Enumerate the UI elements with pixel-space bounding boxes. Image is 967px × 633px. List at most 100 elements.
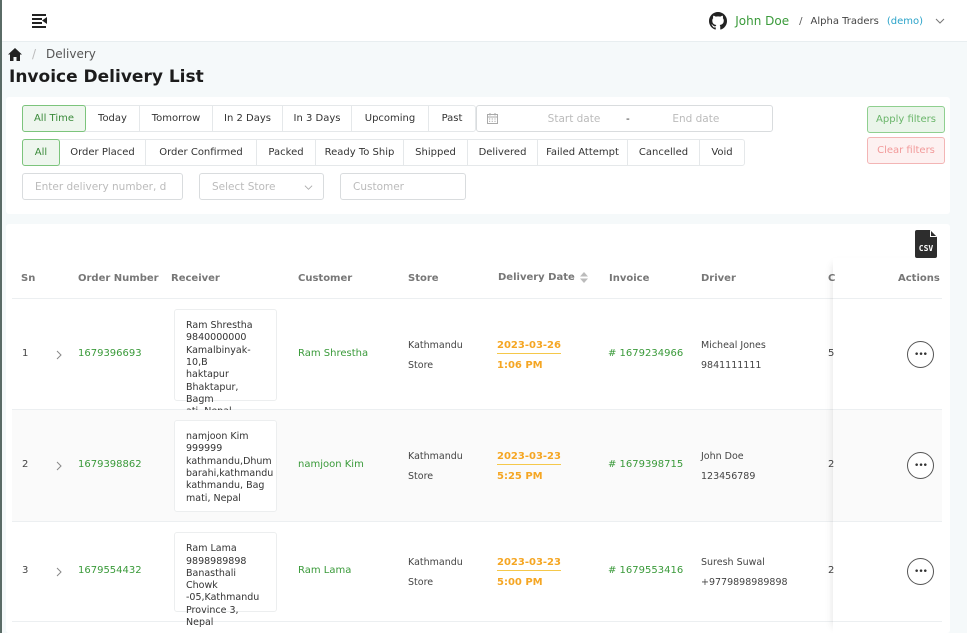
svg-text:CSV: CSV (919, 244, 934, 253)
start-date-input[interactable]: Start date (534, 113, 614, 125)
driver-info: Micheal Jones 9841111111 (701, 336, 766, 376)
delivery-date-link[interactable]: 2023-03-23 (497, 450, 561, 465)
receiver-card: namjoon Kim 999999 kathmandu,Dhum barahi,ka… (174, 420, 277, 512)
demo-badge: (demo) (886, 15, 923, 27)
delivery-date-link[interactable]: 2023-03-23 (497, 556, 561, 571)
column-header-store: Store (408, 273, 439, 284)
menu-collapse-icon[interactable] (32, 13, 48, 28)
order-number-link[interactable]: 1679396693 (78, 348, 142, 359)
time-filter-in-2-days[interactable]: In 2 Days (213, 106, 283, 131)
customer-link[interactable]: Ram Lama (298, 565, 351, 576)
delivery-search-input[interactable]: Enter delivery number, d (22, 173, 183, 200)
delivery-date-link[interactable]: 2023-03-26 (497, 339, 561, 354)
customer-link[interactable]: Ram Shrestha (298, 348, 368, 359)
time-filter-in-3-days[interactable]: In 3 Days (283, 106, 352, 131)
order-number-link[interactable]: 1679398862 (78, 459, 142, 470)
breadcrumb: / Delivery (8, 47, 96, 61)
user-name[interactable]: John Doe (735, 14, 789, 28)
calendar-icon (487, 113, 498, 124)
driver-name: Micheal Jones (701, 340, 766, 351)
column-header-driver: Driver (701, 273, 736, 284)
user-menu[interactable]: John Doe / Alpha Traders (demo) (709, 10, 945, 32)
expand-row-chevron-icon[interactable] (55, 461, 63, 471)
driver-name: John Doe (701, 451, 744, 462)
time-filter-upcoming[interactable]: Upcoming (352, 106, 429, 131)
receiver-line: Kamalbinyak-10,B (186, 344, 251, 368)
apply-filters-button[interactable]: Apply filters (867, 106, 945, 133)
store-name: Kathmandu Store (408, 340, 463, 371)
time-filter-past[interactable]: Past (429, 106, 475, 131)
user-org-separator: / (799, 15, 803, 27)
driver-phone: 123456789 (701, 471, 756, 482)
row-serial-number: 1 (22, 348, 29, 359)
filters-panel: All Time Today Tomorrow In 2 Days In 3 Days U… (6, 97, 950, 214)
order-number-link[interactable]: 1679554432 (78, 565, 142, 576)
column-header-invoice: Invoice (609, 273, 650, 284)
organization-name: Alpha Traders (810, 15, 879, 27)
receiver-line: 9840000000 (186, 332, 247, 344)
receiver-line: Ram Lama (186, 543, 237, 555)
column-header-receiver: Receiver (171, 273, 220, 284)
customer-link[interactable]: namjoon Kim (298, 459, 364, 470)
store-name: Kathmandu Store (408, 451, 463, 482)
github-icon[interactable] (709, 12, 728, 30)
expand-row-chevron-icon[interactable] (55, 350, 63, 360)
clear-filters-button[interactable]: Clear filters (867, 137, 945, 164)
invoice-link[interactable]: # 1679553416 (608, 565, 683, 576)
table-header: Sn Order Number Receiver Customer Store … (12, 263, 942, 299)
row-actions-more-button[interactable]: ••• (907, 558, 934, 585)
driver-info: John Doe 123456789 (701, 447, 755, 487)
receiver-line: haktapur (186, 369, 229, 381)
date-range-separator: - (626, 112, 630, 125)
breadcrumb-separator: / (32, 47, 37, 61)
receiver-line: barahi,kathmandu (186, 467, 274, 479)
column-header-delivery-date[interactable]: Delivery Date (498, 272, 588, 283)
driver-phone: 9841111111 (701, 360, 762, 371)
invoice-link[interactable]: # 1679398715 (608, 459, 683, 470)
date-range-picker[interactable]: Start date - End date (476, 105, 773, 132)
delivery-time: 5:00 PM (497, 577, 543, 588)
status-filter-failed-attempt[interactable]: Failed Attempt (538, 140, 628, 165)
chevron-down-icon (304, 185, 313, 190)
receiver-line: -05,Kathmandu (186, 592, 260, 604)
table-row[interactable]: 3 1679554432 Ram Lama 9898989898 Banasthali … (12, 522, 942, 628)
status-filter-void[interactable]: Void (700, 140, 744, 165)
chevron-down-icon[interactable] (935, 16, 945, 26)
status-filter-delivered[interactable]: Delivered (468, 140, 538, 165)
table-row[interactable]: 2 1679398862 namjoon Kim 999999 kathmandu,Dh… (12, 410, 942, 522)
store-select[interactable]: Select Store (199, 173, 324, 200)
column-header-actions: Actions (898, 273, 940, 284)
column-header-clipped: C (828, 273, 836, 284)
time-filter-tomorrow[interactable]: Tomorrow (140, 106, 213, 131)
status-filter-order-placed[interactable]: Order Placed (60, 140, 146, 165)
delivery-date: 2023-03-23 5:00 PM (497, 553, 561, 593)
table-row[interactable]: 1 1679396693 Ram Shrestha 9840000000 Kamalbi… (12, 300, 942, 417)
sort-icon[interactable] (579, 272, 588, 283)
end-date-input[interactable]: End date (656, 113, 736, 125)
home-icon[interactable] (8, 47, 22, 61)
row-serial-number: 3 (22, 565, 29, 576)
driver-phone: +9779898989898 (701, 577, 788, 588)
driver-name: Suresh Suwal (701, 557, 765, 568)
invoice-link[interactable]: # 1679234966 (608, 348, 683, 359)
csv-file-icon[interactable]: CSV (915, 230, 937, 258)
breadcrumb-current: Delivery (46, 47, 96, 61)
status-filter-ready-to-ship[interactable]: Ready To Ship (316, 140, 404, 165)
status-filter-shipped[interactable]: Shipped (404, 140, 468, 165)
status-filter-all[interactable]: All (22, 139, 60, 166)
row-serial-number: 2 (22, 459, 29, 470)
status-filter-group: All Order Placed Order Confirmed Packed Read… (22, 139, 745, 166)
receiver-line: kathmandu, Bag (186, 480, 265, 492)
status-filter-cancelled[interactable]: Cancelled (628, 140, 700, 165)
time-filter-today[interactable]: Today (86, 106, 140, 131)
status-filter-order-confirmed[interactable]: Order Confirmed (146, 140, 257, 165)
receiver-line: Bhaktapur, Bagm (186, 381, 239, 405)
row-actions-more-button[interactable]: ••• (907, 341, 934, 368)
status-filter-packed[interactable]: Packed (257, 140, 316, 165)
expand-row-chevron-icon[interactable] (55, 567, 63, 577)
column-header-customer: Customer (298, 273, 353, 284)
time-filter-all-time[interactable]: All Time (22, 105, 86, 132)
column-header-sn: Sn (21, 273, 36, 284)
row-actions-more-button[interactable]: ••• (907, 452, 934, 479)
customer-input[interactable]: Customer (340, 173, 466, 200)
